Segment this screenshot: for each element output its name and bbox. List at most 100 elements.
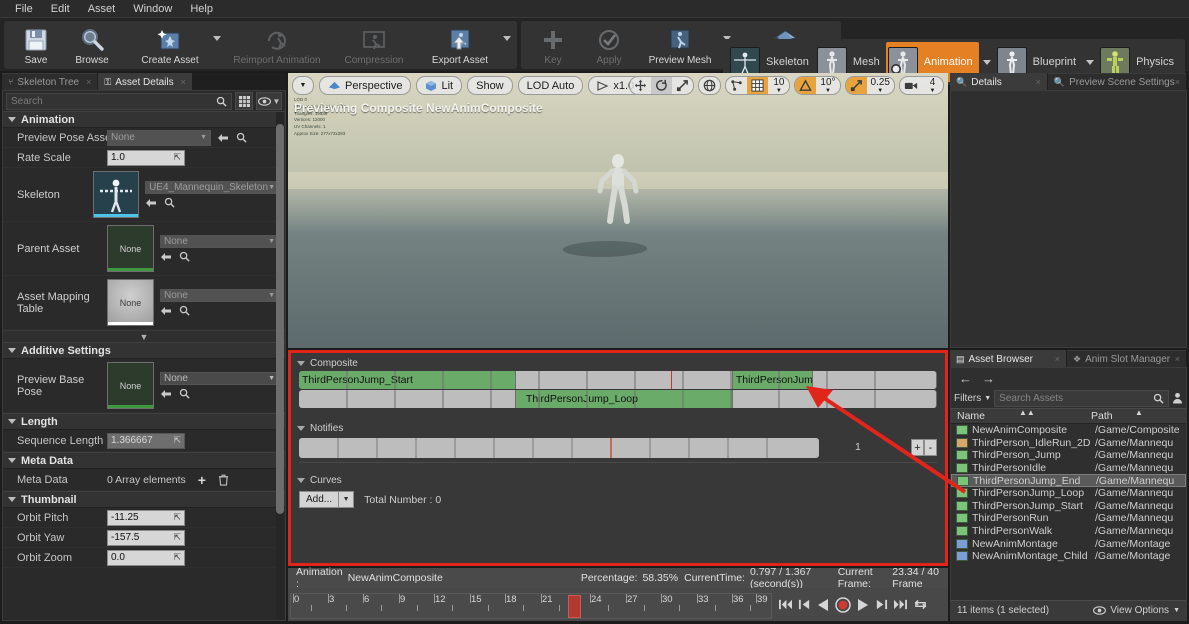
forward-arrow-icon[interactable]: → <box>982 371 995 386</box>
segment-jump-start[interactable]: ThirdPersonJump_Start <box>299 371 516 389</box>
orbit-yaw-input[interactable]: -157.5 ⇱ <box>107 530 185 546</box>
save-button[interactable]: Save <box>8 23 64 66</box>
tab-skeleton-tree[interactable]: ⑂ Skeleton Tree × <box>2 73 97 90</box>
skeleton-thumbnail[interactable] <box>93 171 139 218</box>
viewport-lod-button[interactable]: LOD Auto <box>518 76 584 95</box>
filters-button[interactable]: Filters ▼ <box>954 393 991 404</box>
export-asset-button[interactable]: Export Asset <box>417 23 503 66</box>
tab-asset-browser[interactable]: ▤ Asset Browser × <box>950 350 1066 367</box>
details-scroll-area[interactable]: Animation Preview Pose Asset None ▼ <box>3 111 285 620</box>
scale-snap-value[interactable]: 0.25 ▼ <box>867 76 894 95</box>
create-asset-button[interactable]: Create Asset <box>127 23 213 66</box>
step-forward-icon[interactable] <box>875 598 888 611</box>
skeleton-combo[interactable]: UE4_Mannequin_Skeleton ▼ <box>145 181 279 194</box>
preview-base-pose-combo[interactable]: None ▼ <box>160 372 279 385</box>
rotate-mode-button[interactable] <box>651 76 672 95</box>
grid-snap-toggle[interactable] <box>747 76 768 95</box>
scale-snap-toggle[interactable] <box>846 76 867 95</box>
preview-mesh-button[interactable]: Preview Mesh <box>637 23 723 66</box>
details-view-options-button[interactable]: ▼ <box>256 92 282 110</box>
list-item[interactable]: ThirdPersonJump_End /Game/Mannequ <box>951 474 1186 487</box>
composite-row-bottom[interactable]: ThirdPersonJump_Loop <box>299 390 937 408</box>
tab-asset-browser-close[interactable]: × <box>1055 354 1060 364</box>
loop-icon[interactable] <box>913 598 928 611</box>
asset-list[interactable]: NewAnimComposite /Game/Composite ThirdPe… <box>951 424 1186 600</box>
segment-bottom-empty-1[interactable] <box>299 390 516 408</box>
back-arrow-icon[interactable] <box>160 252 172 262</box>
browse-button[interactable]: Browse <box>64 23 120 66</box>
back-arrow-icon[interactable] <box>160 306 172 316</box>
list-item[interactable]: NewAnimComposite /Game/Composite <box>951 424 1186 437</box>
preview-pose-asset-combo[interactable]: None ▼ <box>107 130 211 146</box>
details-grid-view-button[interactable] <box>235 92 253 110</box>
angle-snap-toggle[interactable] <box>795 76 816 95</box>
back-arrow-icon[interactable]: ← <box>959 371 972 386</box>
browse-to-asset-icon[interactable] <box>179 388 190 399</box>
category-animation[interactable]: Animation <box>3 111 285 128</box>
segment-jump-loop[interactable]: ThirdPersonJump_Loop <box>516 390 733 408</box>
tab-asset-details-close[interactable]: × <box>181 77 186 87</box>
segment-jump-end[interactable]: ThirdPersonJump_End <box>733 371 813 389</box>
spinner-icon[interactable]: ⇱ <box>173 552 181 563</box>
asset-mapping-table-thumbnail[interactable]: None <box>107 279 154 326</box>
details-scrollbar[interactable] <box>276 112 284 619</box>
play-reverse-icon[interactable] <box>816 598 830 612</box>
segment-top-empty-1[interactable] <box>516 371 733 389</box>
grid-snap-value[interactable]: 10 ▼ <box>768 76 789 95</box>
list-item[interactable]: ThirdPerson_Jump /Game/Mannequ <box>951 449 1186 462</box>
back-arrow-icon[interactable] <box>145 198 157 208</box>
play-icon[interactable] <box>856 598 870 612</box>
composite-track-area[interactable]: ThirdPersonJump_Start ThirdPersonJump_En… <box>299 371 937 408</box>
expand-more-strip[interactable]: ▼ <box>3 330 285 342</box>
list-item[interactable]: ThirdPerson_IdleRun_2D /Game/Mannequ <box>951 437 1186 450</box>
timeline-ruler[interactable]: 0 3 6 9 12 15 18 21 24 27 30 33 36 <box>290 593 772 619</box>
category-length[interactable]: Length <box>3 413 285 430</box>
search-input[interactable]: Search <box>6 93 232 110</box>
list-item[interactable]: ThirdPersonWalk /Game/Mannequ <box>951 525 1186 538</box>
add-curve-caret[interactable]: ▼ <box>339 491 354 508</box>
asset-mapping-table-combo[interactable]: None ▼ <box>160 289 279 302</box>
delete-array-icon[interactable] <box>218 474 229 486</box>
tab-anim-slot-manager[interactable]: ❖ Anim Slot Manager × <box>1067 350 1186 367</box>
view-options-button[interactable]: View Options ▼ <box>1093 605 1180 616</box>
spinner-icon[interactable]: ⇱ <box>173 152 181 163</box>
orbit-zoom-input[interactable]: 0.0 ⇱ <box>107 550 185 566</box>
list-item[interactable]: ThirdPersonIdle /Game/Mannequ <box>951 462 1186 475</box>
browse-to-asset-icon[interactable] <box>164 197 175 208</box>
menu-item-file[interactable]: File <box>6 1 42 17</box>
category-meta-data[interactable]: Meta Data <box>3 452 285 469</box>
skip-to-end-icon[interactable] <box>893 598 908 611</box>
angle-snap-value[interactable]: 10° ▼ <box>816 76 839 95</box>
segment-bottom-empty-2[interactable] <box>733 390 937 408</box>
parent-asset-thumbnail[interactable]: None <box>107 225 154 272</box>
orbit-pitch-input[interactable]: -11.25 ⇱ <box>107 510 185 526</box>
composite-section-header[interactable]: Composite <box>291 356 945 371</box>
composite-row-top[interactable]: ThirdPersonJump_Start ThirdPersonJump_En… <box>299 371 937 389</box>
menu-item-edit[interactable]: Edit <box>42 1 79 17</box>
list-item[interactable]: ThirdPersonJump_Loop /Game/Mannequ <box>951 487 1186 500</box>
viewport-camera-mode-button[interactable]: Perspective <box>319 76 411 95</box>
add-array-element-icon[interactable]: + <box>198 472 206 488</box>
menu-item-asset[interactable]: Asset <box>79 1 125 17</box>
category-additive-settings[interactable]: Additive Settings <box>3 342 285 359</box>
back-arrow-icon[interactable] <box>160 389 172 399</box>
skip-to-start-icon[interactable] <box>778 598 793 611</box>
saved-filters-icon[interactable] <box>1172 392 1183 404</box>
spinner-icon[interactable]: ⇱ <box>173 512 181 523</box>
segment-top-empty-2[interactable] <box>813 371 937 389</box>
list-item[interactable]: ThirdPersonJump_Start /Game/Mannequ <box>951 500 1186 513</box>
translate-mode-button[interactable] <box>630 76 651 95</box>
tab-anim-slot-close[interactable]: × <box>1175 354 1180 364</box>
tab-skeleton-tree-close[interactable]: × <box>86 77 91 87</box>
menu-item-window[interactable]: Window <box>124 1 181 17</box>
list-item[interactable]: ThirdPersonRun /Game/Mannequ <box>951 512 1186 525</box>
mode-blueprint-caret[interactable] <box>1086 60 1094 65</box>
mode-animation-caret[interactable] <box>983 60 991 65</box>
tab-preview-scene-close[interactable]: × <box>1175 77 1180 87</box>
menu-item-help[interactable]: Help <box>181 1 222 17</box>
scale-mode-button[interactable] <box>672 76 693 95</box>
preview-viewport[interactable]: LOD 0 Current Screen Size: 2.52 Triangle… <box>288 73 948 348</box>
camera-speed-value[interactable]: 4 ▼ <box>922 76 943 95</box>
notifies-section-header[interactable]: Notifies <box>291 421 945 436</box>
add-curve-button[interactable]: Add... <box>299 491 339 508</box>
